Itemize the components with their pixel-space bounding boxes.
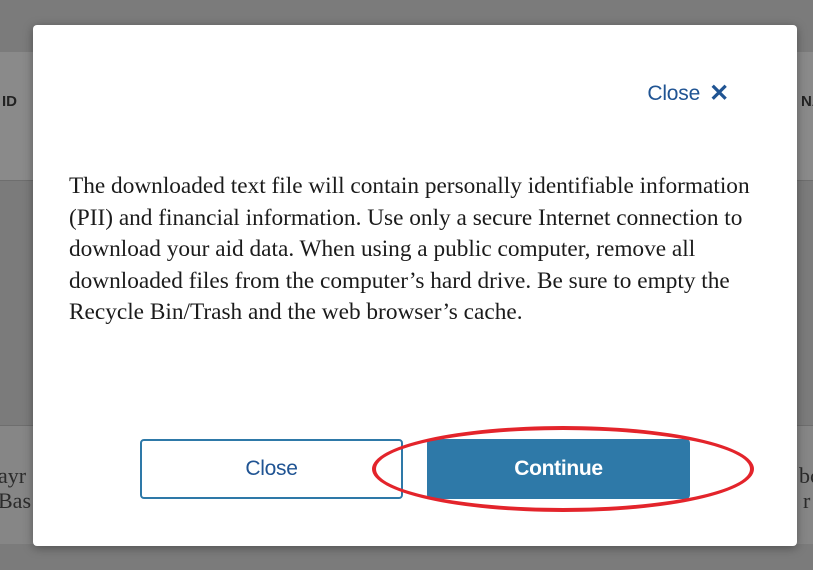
- background-row-text-left-2: Bas: [0, 488, 31, 513]
- page: ID NA ayr Bas bc r Close ✕ The downloade…: [0, 0, 813, 570]
- close-link-label: Close: [647, 82, 701, 105]
- close-icon[interactable]: ✕: [709, 82, 729, 106]
- background-header-id: ID: [2, 93, 17, 110]
- close-link[interactable]: Close ✕: [647, 82, 729, 106]
- close-button-label: Close: [245, 457, 298, 480]
- background-header-name: NA: [801, 93, 813, 110]
- continue-button[interactable]: Continue: [427, 439, 690, 499]
- background-row-text-right-2: r: [803, 488, 811, 513]
- pii-warning-dialog: Close ✕ The downloaded text file will co…: [33, 25, 797, 546]
- background-row-text-right-1: bc: [799, 463, 813, 488]
- close-button[interactable]: Close: [140, 439, 403, 499]
- background-row-text-left-1: ayr: [0, 463, 27, 488]
- warning-message: The downloaded text file will contain pe…: [69, 173, 750, 325]
- continue-button-label: Continue: [514, 457, 603, 480]
